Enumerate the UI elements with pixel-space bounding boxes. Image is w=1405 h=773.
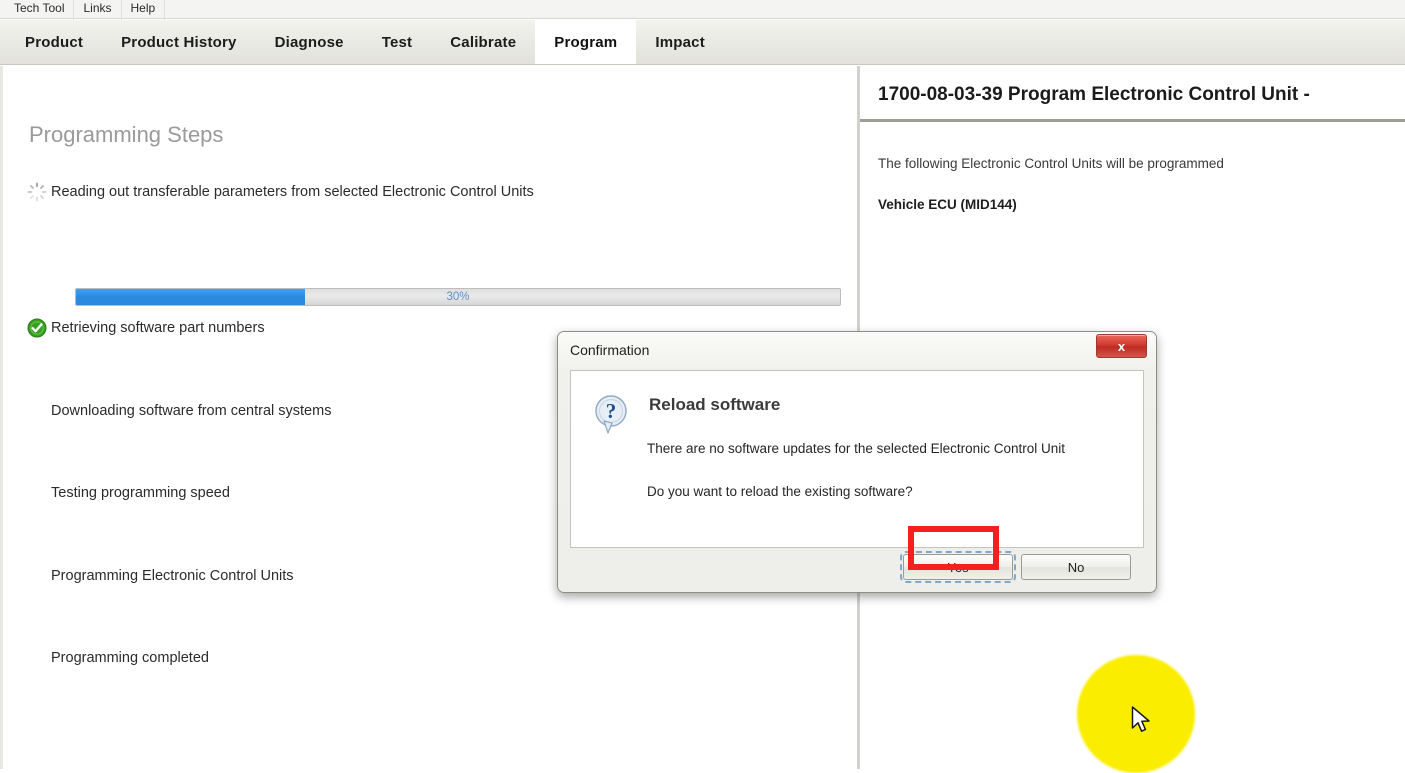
- menu-item-links[interactable]: Links: [74, 0, 122, 20]
- dialog-message-line1: There are no software updates for the se…: [647, 441, 1065, 456]
- ecu-list-intro: The following Electronic Control Units w…: [878, 156, 1224, 171]
- menu-bar: Tech Tool Links Help: [0, 0, 1405, 20]
- tab-diagnose[interactable]: Diagnose: [256, 20, 363, 64]
- step-programming-ecus: Programming Electronic Control Units: [27, 565, 294, 587]
- step-reading-parameters: Reading out transferable parameters from…: [27, 181, 534, 203]
- page-title: Programming Steps: [29, 122, 224, 147]
- yes-button[interactable]: Yes: [900, 551, 1016, 583]
- question-icon: ?: [591, 393, 631, 437]
- step-testing-speed: Testing programming speed: [27, 482, 230, 504]
- progress-bar: 30%: [75, 288, 841, 306]
- dialog-title-bar[interactable]: Confirmation x: [558, 332, 1156, 367]
- tab-impact[interactable]: Impact: [636, 20, 724, 64]
- svg-text:?: ?: [606, 399, 617, 423]
- dialog-body: ? Reload software There are no software …: [570, 370, 1144, 548]
- menu-item-help[interactable]: Help: [122, 0, 166, 20]
- dialog-heading: Reload software: [649, 395, 781, 414]
- spinner-icon: [27, 182, 47, 202]
- dialog-title: Confirmation: [570, 341, 650, 358]
- menu-item-tech-tool[interactable]: Tech Tool: [0, 0, 75, 20]
- step-label: Testing programming speed: [51, 485, 230, 501]
- tab-product[interactable]: Product: [6, 20, 102, 64]
- step-label: Reading out transferable parameters from…: [51, 184, 534, 200]
- step-label: Downloading software from central system…: [51, 403, 332, 419]
- step-label: Programming completed: [51, 650, 209, 666]
- step-retrieving-part-numbers: Retrieving software part numbers: [27, 317, 265, 339]
- step-label: Programming Electronic Control Units: [51, 568, 294, 584]
- no-button[interactable]: No: [1021, 554, 1131, 580]
- tab-product-history[interactable]: Product History: [102, 20, 256, 64]
- step-programming-completed: Programming completed: [27, 647, 209, 669]
- tab-program[interactable]: Program: [535, 20, 637, 64]
- dialog-message-line2: Do you want to reload the existing softw…: [647, 484, 913, 499]
- dialog-button-bar: Yes No: [570, 550, 1144, 583]
- close-icon[interactable]: x: [1096, 334, 1147, 358]
- title-divider: [860, 119, 1405, 122]
- operation-title: 1700-08-03-39 Program Electronic Control…: [878, 84, 1310, 105]
- check-circle-icon: [27, 318, 47, 338]
- ecu-list-item: Vehicle ECU (MID144): [878, 197, 1017, 212]
- step-label: Retrieving software part numbers: [51, 320, 265, 336]
- tab-calibrate[interactable]: Calibrate: [431, 20, 535, 64]
- mouse-cursor-icon: [1131, 706, 1153, 736]
- step-downloading-software: Downloading software from central system…: [27, 400, 331, 422]
- confirmation-dialog: Confirmation x ? Reload software There a…: [557, 331, 1157, 593]
- progress-bar-label: 30%: [446, 291, 470, 303]
- main-tab-bar: Product Product History Diagnose Test Ca…: [0, 20, 1405, 65]
- tab-test[interactable]: Test: [363, 20, 432, 64]
